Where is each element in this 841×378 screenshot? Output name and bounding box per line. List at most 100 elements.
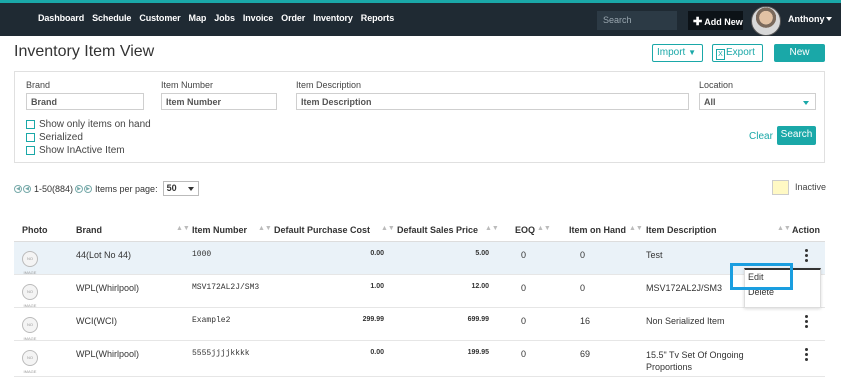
table-row[interactable]: NO IMAGE WPL(Whirlpool) MSV172AL2J/SM3 1… — [14, 275, 825, 308]
export-button[interactable]: X Export — [712, 44, 763, 62]
table-row[interactable]: NO IMAGE WCI(WCI) Example2 299.99 699.99… — [14, 308, 825, 341]
item-photo: NO IMAGE — [22, 284, 38, 308]
cell-eoq: 0 — [521, 349, 527, 359]
cell-item-number[interactable]: Example2 — [192, 316, 230, 325]
cell-description: 15.5" Tv Set Of Ongoing Proportions — [646, 350, 744, 372]
nav-jobs[interactable]: Jobs — [214, 13, 235, 23]
filter-panel: Brand Brand Item Number Item Number Item… — [14, 71, 825, 163]
cell-item-number[interactable]: 5555jjjjkkkk — [192, 349, 250, 358]
table-row[interactable]: NO IMAGE 44(Lot No 44) 1000 0.00 5.00 0 … — [14, 242, 825, 275]
nav-customer[interactable]: Customer — [139, 13, 180, 23]
first-page-icon[interactable]: ◀ — [14, 184, 22, 193]
item-description-input[interactable]: Item Description — [296, 93, 689, 110]
cell-item-number[interactable]: MSV172AL2J/SM3 — [192, 283, 259, 292]
item-photo: NO IMAGE — [22, 317, 38, 341]
per-page-value: 50 — [166, 183, 177, 193]
nav-schedule[interactable]: Schedule — [92, 13, 131, 23]
sort-icon[interactable]: ▲▼ — [258, 225, 272, 232]
sort-icon[interactable]: ▲▼ — [777, 225, 791, 232]
col-description[interactable]: Item Description — [646, 225, 717, 235]
per-page-label: Items per page: — [95, 183, 158, 194]
cell-brand: WPL(Whirlpool) — [76, 283, 140, 293]
cell-description: Test — [646, 250, 663, 260]
more-actions-icon[interactable] — [803, 248, 809, 264]
pagination: ◀ ◀ 1-50(884) ▶ ▶ Items per page: 50 — [14, 181, 199, 196]
table-row[interactable]: NO IMAGE WPL(Whirlpool) 5555jjjjkkkk 0.0… — [14, 341, 825, 377]
show-inactive-label: Show InActive Item — [39, 145, 125, 156]
item-number-input[interactable]: Item Number — [161, 93, 277, 110]
cell-purchase-cost: 299.99 — [362, 316, 384, 323]
chevron-down-icon[interactable] — [826, 17, 832, 21]
cell-sales-price: 12.00 — [471, 283, 489, 290]
edit-highlight-box — [730, 263, 793, 290]
more-actions-icon[interactable] — [803, 347, 809, 363]
col-on-hand[interactable]: Item on Hand — [569, 225, 626, 235]
cell-on-hand: 0 — [580, 250, 586, 260]
col-photo: Photo — [22, 225, 48, 235]
item-description-label: Item Description — [296, 80, 362, 90]
nav-map[interactable]: Map — [189, 13, 207, 23]
export-label: Export — [726, 47, 755, 58]
brand-input[interactable]: Brand — [26, 93, 144, 110]
cell-eoq: 0 — [521, 283, 527, 293]
nav-dashboard[interactable]: Dashboard — [38, 13, 84, 23]
cell-brand: 44(Lot No 44) — [76, 250, 132, 260]
more-actions-icon[interactable] — [803, 314, 809, 330]
sort-icon[interactable]: ▲▼ — [176, 225, 190, 232]
col-item-number[interactable]: Item Number — [192, 225, 247, 235]
show-inactive-checkbox[interactable]: Show InActive Item — [26, 145, 125, 156]
checkbox-icon — [26, 146, 35, 155]
clear-link[interactable]: Clear — [749, 131, 773, 142]
avatar[interactable] — [751, 6, 781, 36]
inactive-legend-swatch — [772, 180, 789, 195]
serialized-checkbox[interactable]: Serialized — [26, 132, 83, 143]
user-name[interactable]: Anthony — [788, 14, 825, 24]
location-select[interactable]: All — [699, 93, 816, 110]
nav-inventory[interactable]: Inventory — [313, 13, 353, 23]
item-number-label: Item Number — [161, 80, 214, 90]
cell-sales-price: 5.00 — [475, 250, 489, 257]
location-value: All — [704, 97, 716, 107]
serialized-label: Serialized — [39, 132, 83, 143]
cell-description: Non Serialized Item — [646, 316, 725, 326]
per-page-select[interactable]: 50 — [162, 181, 199, 196]
next-page-icon[interactable]: ▶ — [75, 184, 84, 193]
cell-eoq: 0 — [521, 250, 527, 260]
cell-sales-price: 699.99 — [467, 316, 489, 323]
cell-brand: WCI(WCI) — [76, 316, 117, 326]
new-button[interactable]: New — [774, 44, 825, 62]
global-search-input[interactable]: Search — [597, 11, 677, 30]
col-eoq[interactable]: EOQ — [515, 225, 535, 235]
cell-eoq: 0 — [521, 316, 527, 326]
nav-reports[interactable]: Reports — [361, 13, 394, 23]
cell-item-number[interactable]: 1000 — [192, 250, 211, 259]
nav-order[interactable]: Order — [281, 13, 305, 23]
cell-description: MSV172AL2J/SM3 — [646, 283, 723, 293]
show-on-hand-label: Show only items on hand — [39, 119, 151, 130]
main-nav: Dashboard Schedule Customer Map Jobs Inv… — [38, 13, 402, 23]
last-page-icon[interactable]: ▶ — [84, 184, 93, 193]
sort-icon[interactable]: ▲▼ — [381, 225, 395, 232]
sort-icon[interactable]: ▲▼ — [629, 225, 643, 232]
checkbox-icon — [26, 133, 35, 142]
cell-sales-price: 199.95 — [467, 349, 489, 356]
show-on-hand-checkbox[interactable]: Show only items on hand — [26, 119, 151, 130]
excel-icon: X — [716, 49, 725, 60]
sort-icon[interactable]: ▲▼ — [537, 225, 551, 232]
cell-purchase-cost: 0.00 — [370, 250, 384, 257]
sort-icon[interactable]: ▲▼ — [485, 225, 499, 232]
cell-purchase-cost: 0.00 — [370, 349, 384, 356]
import-button[interactable]: Import ▼ — [652, 44, 703, 62]
item-photo: NO IMAGE — [22, 251, 38, 275]
brand-label: Brand — [26, 80, 51, 90]
checkbox-icon — [26, 120, 35, 129]
nav-invoice[interactable]: Invoice — [243, 13, 273, 23]
import-label: Import — [657, 47, 686, 58]
col-brand[interactable]: Brand — [76, 225, 102, 235]
page-range: 1-50(884) — [34, 183, 74, 194]
col-sales-price[interactable]: Default Sales Price — [397, 225, 478, 235]
prev-page-icon[interactable]: ◀ — [23, 184, 31, 193]
add-new-button[interactable]: ✚ Add New — [688, 11, 743, 30]
search-button[interactable]: Search — [777, 126, 816, 145]
col-purchase-cost[interactable]: Default Purchase Cost — [274, 225, 370, 235]
